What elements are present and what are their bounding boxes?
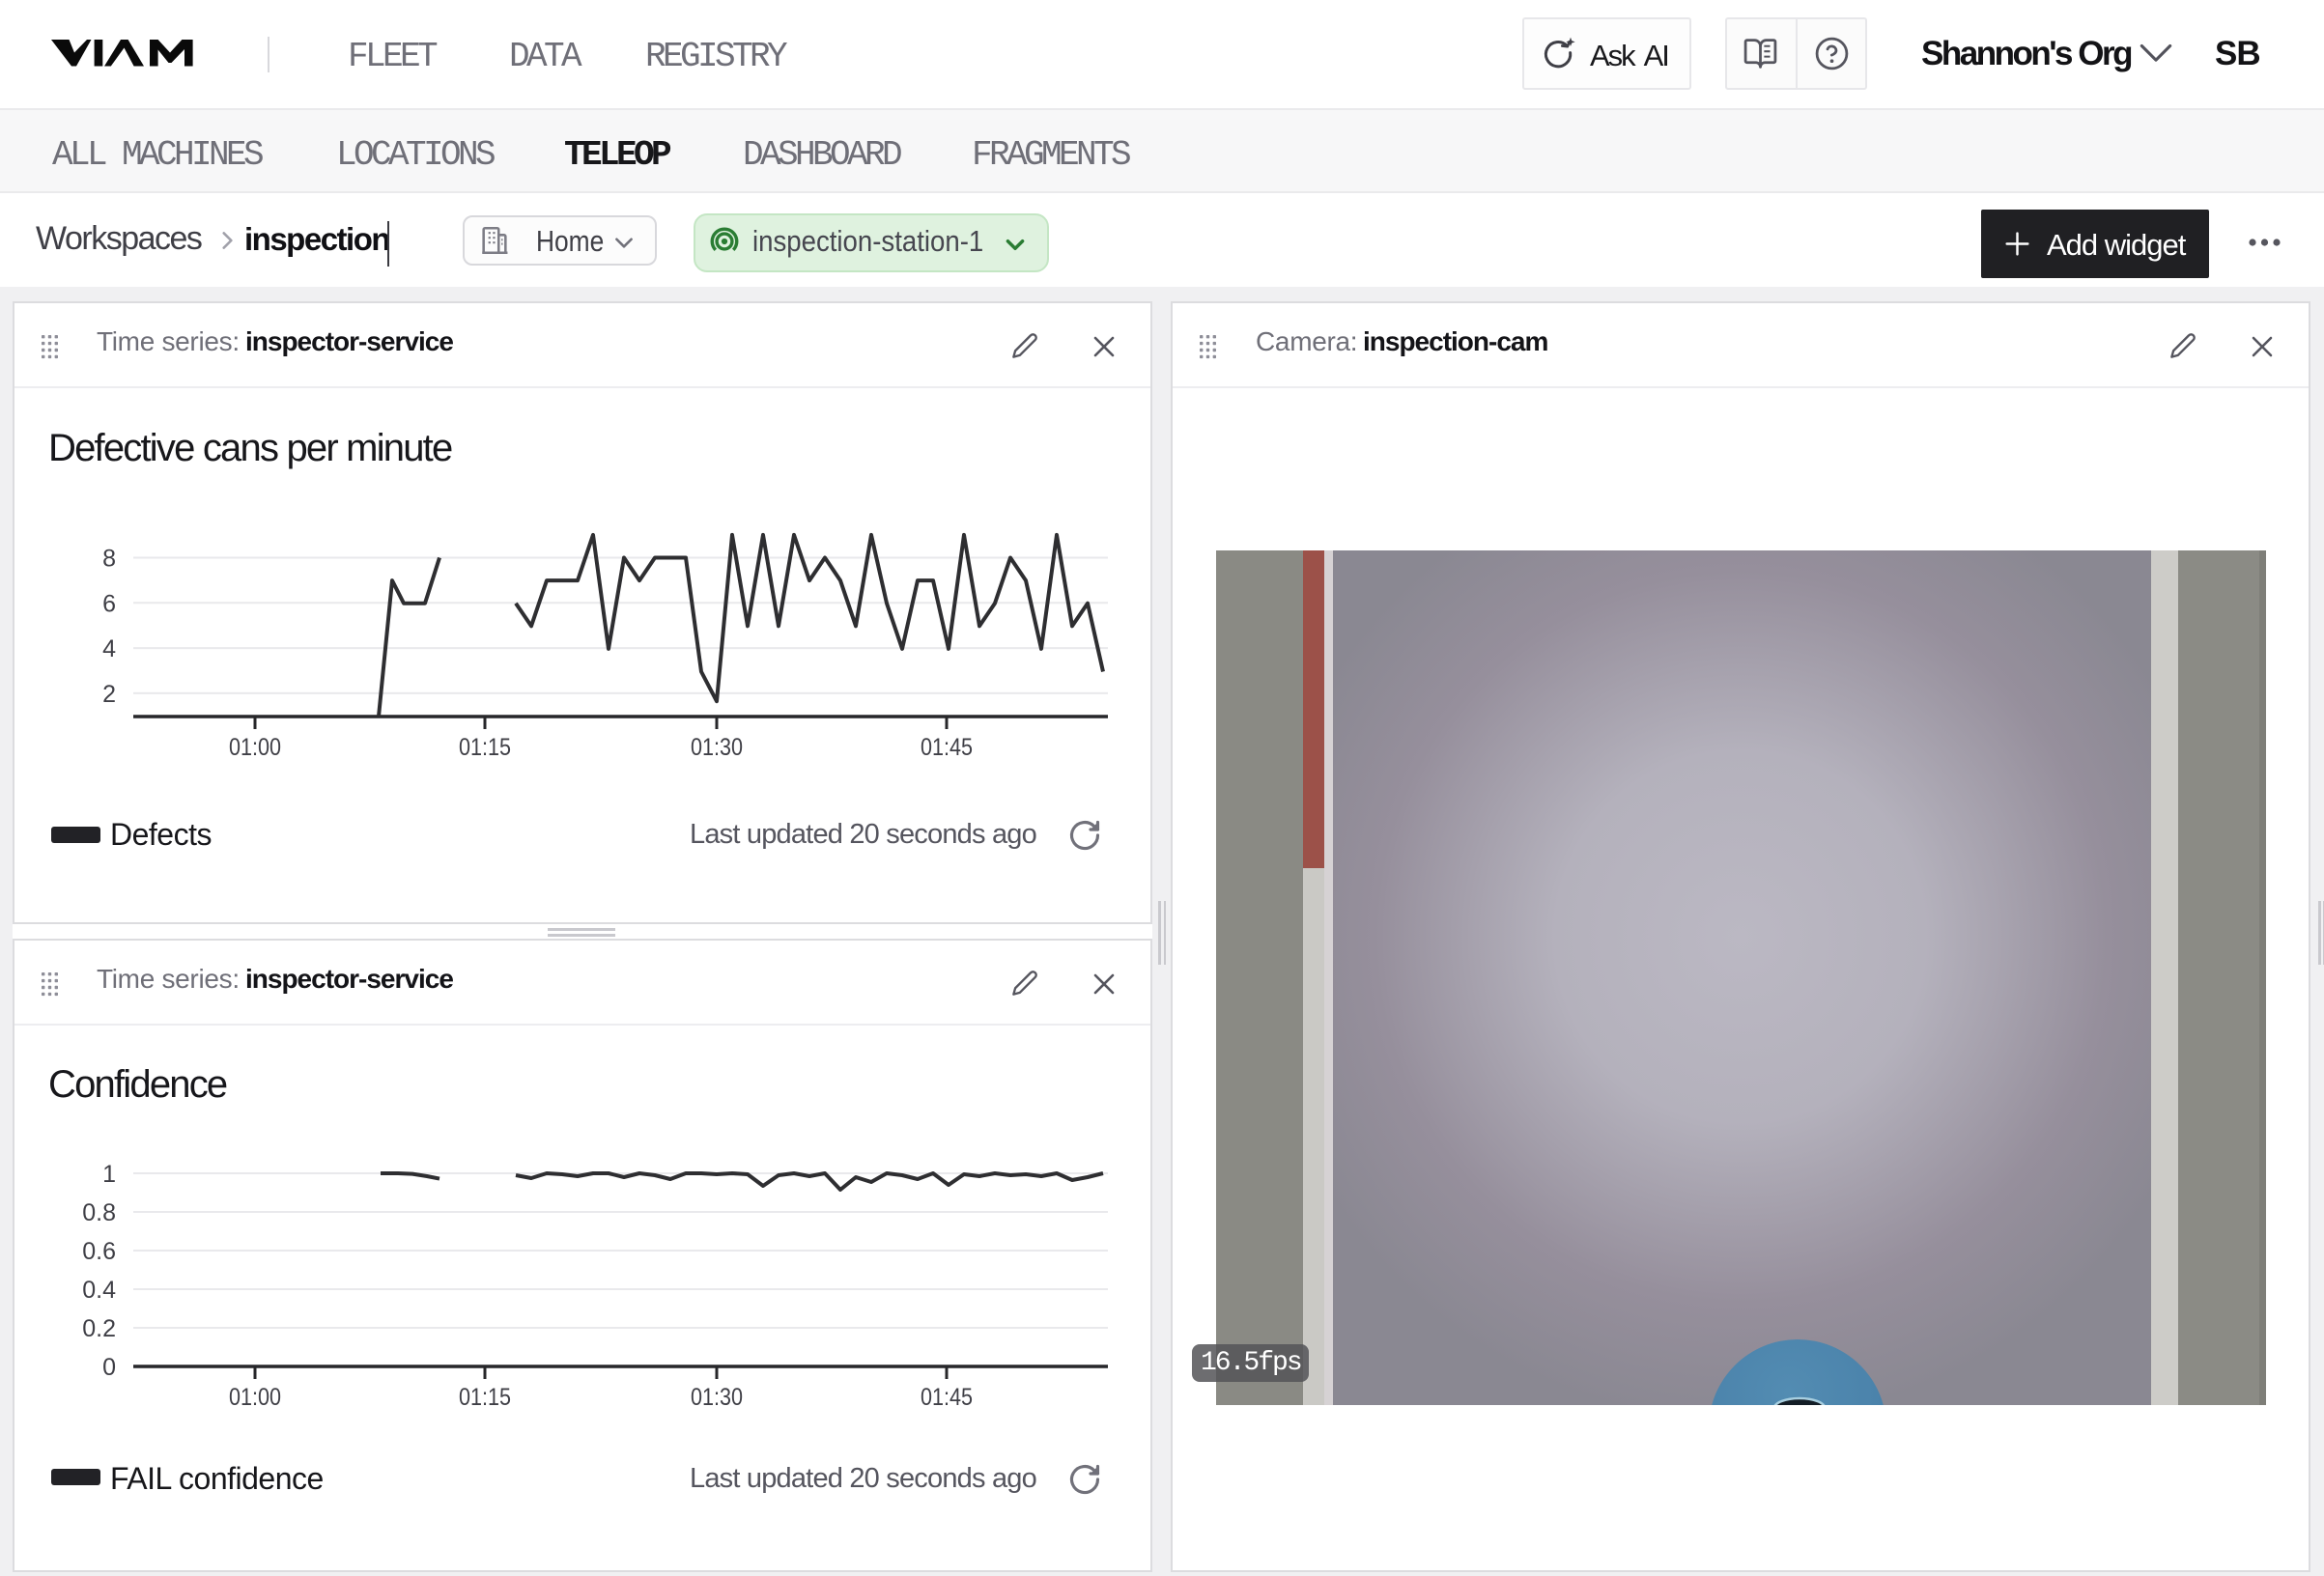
svg-text:01:00: 01:00	[229, 1384, 281, 1411]
svg-text:4: 4	[102, 635, 116, 662]
svg-text:0.2: 0.2	[82, 1315, 116, 1342]
svg-text:01:15: 01:15	[459, 734, 511, 761]
svg-text:1: 1	[102, 1161, 116, 1188]
svg-text:01:15: 01:15	[459, 1384, 511, 1411]
svg-text:01:45: 01:45	[921, 1384, 973, 1411]
svg-text:0.6: 0.6	[82, 1238, 116, 1265]
svg-text:01:30: 01:30	[691, 734, 743, 761]
svg-text:01:45: 01:45	[921, 734, 973, 761]
svg-text:2: 2	[102, 681, 116, 708]
svg-text:0.8: 0.8	[82, 1199, 116, 1226]
svg-text:6: 6	[102, 590, 116, 617]
svg-text:01:00: 01:00	[229, 734, 281, 761]
svg-text:8: 8	[102, 546, 116, 573]
svg-text:0.4: 0.4	[82, 1277, 116, 1304]
svg-text:01:30: 01:30	[691, 1384, 743, 1411]
svg-text:0: 0	[102, 1354, 116, 1381]
